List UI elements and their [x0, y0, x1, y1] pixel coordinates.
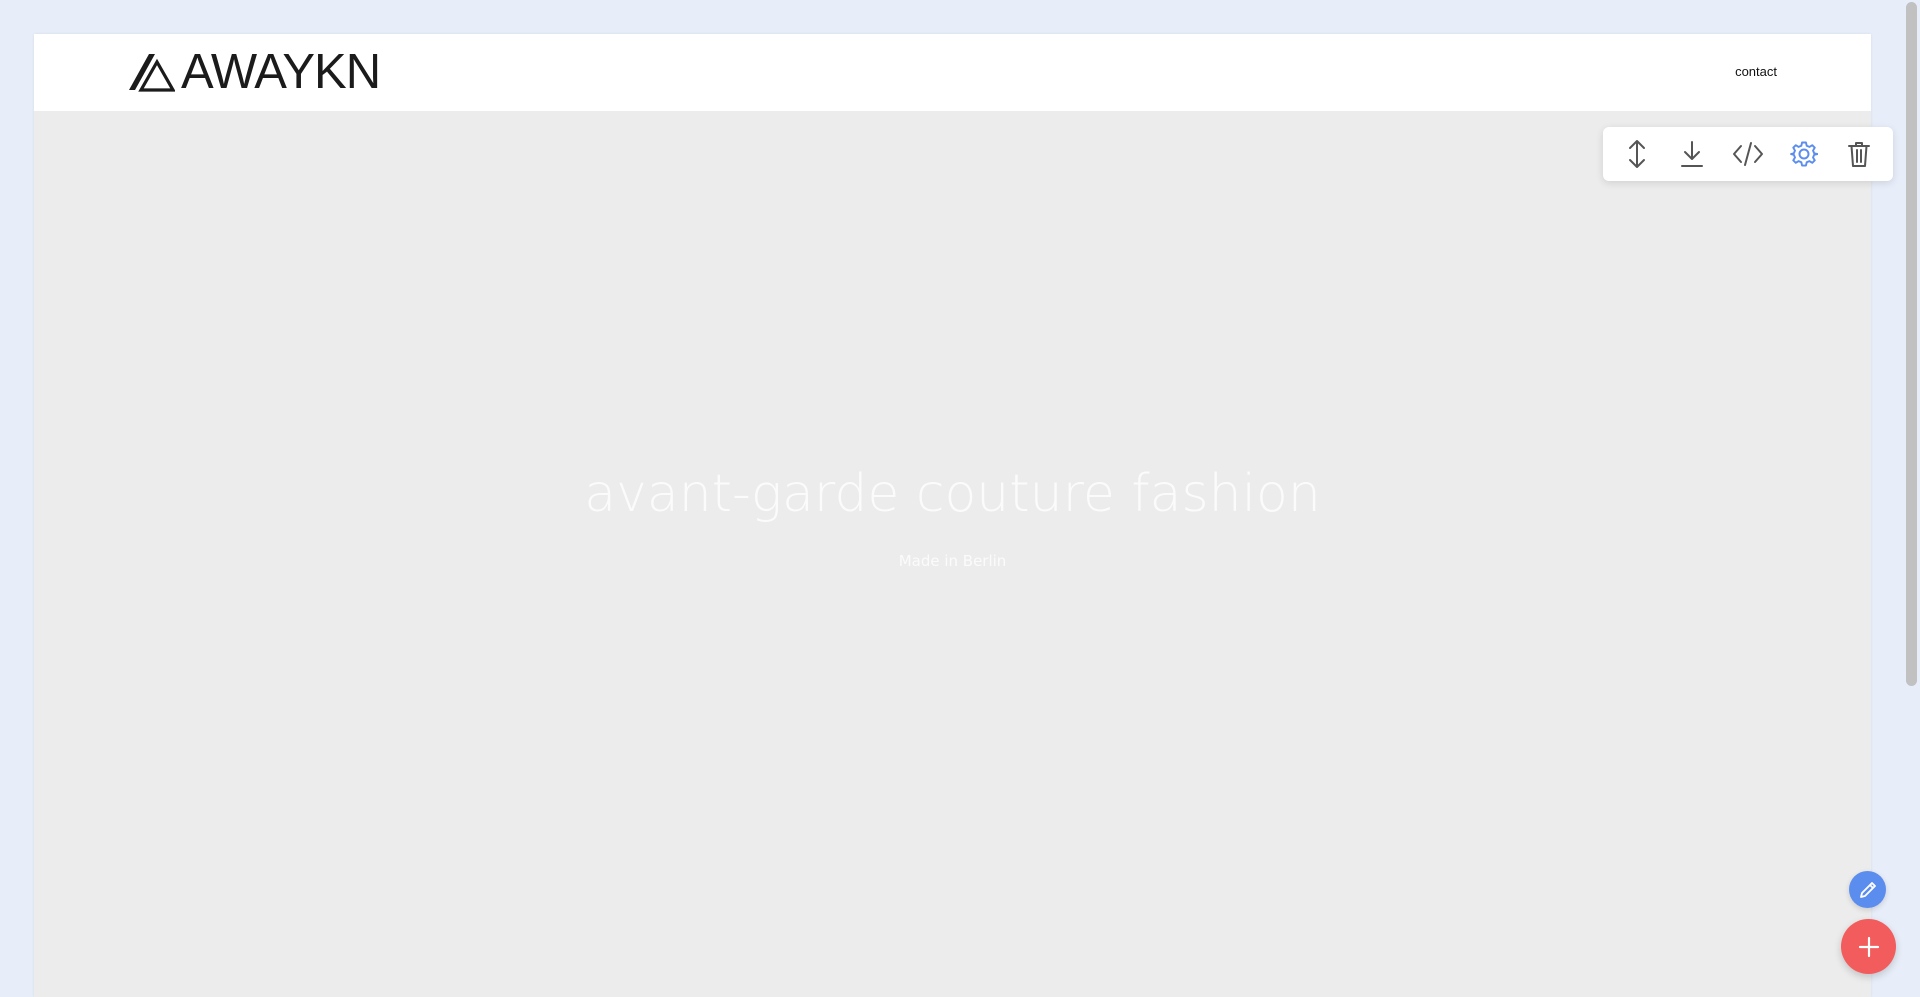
arrows-up-down-icon — [1628, 140, 1645, 168]
hero-subtitle: Made in Berlin — [898, 552, 1007, 570]
site-header: AWAYKN contact — [34, 34, 1871, 111]
pencil-icon — [1859, 881, 1876, 898]
logo-triangle-icon — [129, 54, 175, 92]
add-section-button[interactable] — [1841, 919, 1896, 974]
code-button[interactable] — [1728, 134, 1768, 174]
page-canvas: AWAYKN contact avant-garde couture fashi… — [34, 34, 1871, 997]
contact-link[interactable]: contact — [1735, 64, 1777, 79]
delete-button[interactable] — [1839, 134, 1879, 174]
hero-section: avant-garde couture fashion Made in Berl… — [34, 111, 1871, 997]
download-button[interactable] — [1672, 134, 1712, 174]
settings-button[interactable] — [1784, 134, 1824, 174]
plus-icon — [1858, 936, 1879, 957]
trash-icon — [1848, 142, 1871, 167]
site-logo[interactable]: AWAYKN — [127, 45, 381, 99]
edit-button[interactable] — [1849, 871, 1886, 908]
hero-title: avant-garde couture fashion — [584, 464, 1321, 524]
resize-vertical-button[interactable] — [1617, 134, 1657, 174]
logo-text: AWAYKN — [181, 45, 381, 99]
code-icon — [1732, 142, 1763, 166]
vertical-scrollbar[interactable] — [1903, 0, 1920, 997]
download-icon — [1681, 141, 1704, 167]
scrollbar-thumb[interactable] — [1906, 2, 1917, 686]
gear-icon — [1789, 141, 1818, 167]
section-toolbar — [1603, 127, 1893, 181]
